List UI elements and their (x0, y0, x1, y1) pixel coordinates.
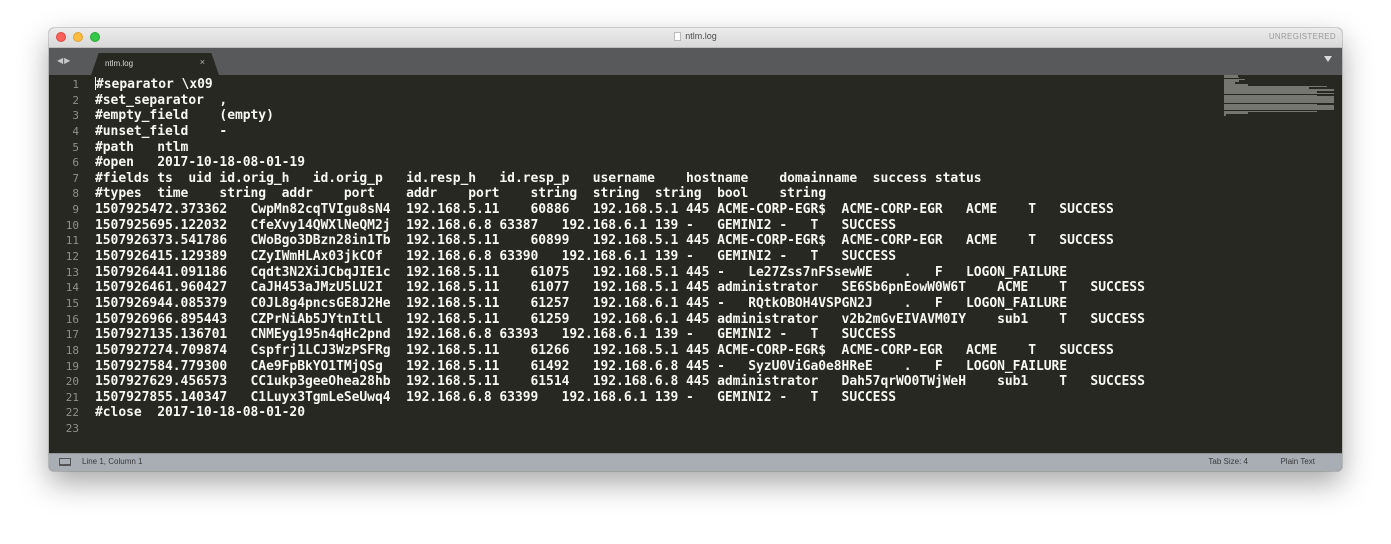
code-line[interactable]: 1507926944.085379 C0JL8g4pncsGE8J2He 192… (95, 296, 1145, 312)
line-number: 8 (72, 187, 79, 201)
code-line[interactable]: #open 2017-10-18-08-01-19 (95, 155, 1145, 171)
minimap[interactable] (1224, 75, 1342, 116)
code-line[interactable]: #types time string addr port addr port s… (95, 186, 1145, 202)
line-number: 22 (65, 406, 79, 420)
code-line[interactable]: 1507925472.373362 CwpMn82cqTVIgu8sN4 192… (95, 202, 1145, 218)
code-line[interactable]: #set_separator , (95, 93, 1145, 109)
syntax-selector[interactable]: Plain Text (1280, 457, 1315, 466)
code-line[interactable]: 1507926461.960427 CaJH453aJMzU5LU2I 192.… (95, 280, 1145, 296)
line-number: 1 (72, 78, 79, 91)
text-editor[interactable]: 1 2 3 4 5 6 7 8 9 10 11 12 13 14 15 16 17 18 19 20 21 22 23 #s… (49, 75, 1342, 454)
tab-label: ntlm.log (105, 59, 134, 68)
line-number: 3 (72, 109, 79, 123)
line-number: 13 (65, 265, 79, 279)
code-line[interactable]: #fields ts uid id.orig_h id.orig_p id.re… (95, 171, 1145, 187)
line-number: 19 (65, 359, 79, 373)
triangle-down-icon[interactable] (1324, 56, 1332, 62)
code-line[interactable]: 1507926415.129389 CZyIWmHLAx03jkCOf 192.… (95, 249, 1145, 265)
line-number: 4 (72, 124, 79, 138)
line-number: 17 (65, 328, 79, 342)
left-right-arrows-icon[interactable]: ◀▶ (57, 56, 71, 65)
tab-ntlm-log[interactable]: ntlm.log × (91, 53, 219, 75)
line-number: 16 (65, 312, 79, 326)
cursor-position: Line 1, Column 1 (82, 457, 143, 466)
tab-size-selector[interactable]: Tab Size: 4 (1208, 457, 1248, 466)
panel-toggle-icon[interactable] (59, 458, 71, 466)
code-line-text: #separator \x09 (96, 77, 213, 92)
title-bar: ntlm.log UNREGISTERED (49, 28, 1342, 48)
code-line[interactable]: #empty_field (empty) (95, 108, 1145, 124)
code-line[interactable]: 1507927135.136701 CNMEyg195n4qHc2pnd 192… (95, 327, 1145, 343)
code-line[interactable]: #path ntlm (95, 140, 1145, 156)
line-number-gutter: 1 2 3 4 5 6 7 8 9 10 11 12 13 14 15 16 17 18 19 20 21 22 23 (49, 77, 83, 437)
code-line[interactable]: 1507927274.709874 Cspfrj1LCJ3WzPSFRg 192… (95, 343, 1145, 359)
registration-label: UNREGISTERED (1268, 32, 1336, 41)
line-number: 20 (65, 375, 79, 389)
tab-close-icon[interactable]: × (200, 57, 205, 67)
document-icon (674, 32, 682, 41)
code-line[interactable]: 1507926373.541786 CWoBgo3DBzn28in1Tb 192… (95, 233, 1145, 249)
tab-bar: ◀▶ ntlm.log × (49, 48, 1342, 75)
code-line[interactable]: #unset_field - (95, 124, 1145, 140)
line-number: 2 (72, 93, 79, 107)
line-number: 15 (65, 296, 79, 310)
window-title-text: ntlm.log (685, 31, 717, 41)
line-number: 21 (65, 390, 79, 404)
line-number: 12 (65, 250, 79, 264)
code-line[interactable] (95, 421, 1145, 437)
code-line[interactable]: 1507927629.456573 CC1ukp3geeOhea28hb 192… (95, 374, 1145, 390)
code-line[interactable]: 1507927855.140347 C1Luyx3TgmLeSeUwq4 192… (95, 390, 1145, 406)
line-number: 9 (72, 203, 79, 217)
line-number: 5 (72, 140, 79, 154)
line-number: 23 (65, 422, 79, 436)
line-number: 10 (65, 218, 79, 232)
line-number: 14 (65, 281, 79, 295)
code-line[interactable]: 1507927584.779300 CAe9FpBkYO1TMjQSg 192.… (95, 359, 1145, 375)
code-line[interactable]: #separator \x09 (95, 77, 1145, 93)
code-line[interactable]: #close 2017-10-18-08-01-20 (95, 405, 1145, 421)
code-line[interactable]: 1507926966.895443 CZPrNiAb5JYtnItLl 192.… (95, 312, 1145, 328)
status-bar: Line 1, Column 1 Tab Size: 4 Plain Text (49, 453, 1342, 471)
code-area[interactable]: #separator \x09 #set_separator , #empty_fi… (95, 77, 1145, 437)
window-title: ntlm.log (49, 31, 1342, 41)
line-number: 11 (65, 234, 79, 248)
minimap-line (1224, 114, 1226, 116)
line-number: 7 (72, 171, 79, 185)
minimap-line (1224, 112, 1249, 114)
code-line[interactable]: 1507926441.091186 Cqdt3N2XiJCbqJIE1c 192… (95, 265, 1145, 281)
line-number: 6 (72, 156, 79, 170)
code-line[interactable]: 1507925695.122032 CfeXvy14QWXlNeQM2j 192… (95, 218, 1145, 234)
editor-window: ntlm.log UNREGISTERED ◀▶ ntlm.log × 1234… (49, 28, 1342, 471)
line-number: 18 (65, 343, 79, 357)
